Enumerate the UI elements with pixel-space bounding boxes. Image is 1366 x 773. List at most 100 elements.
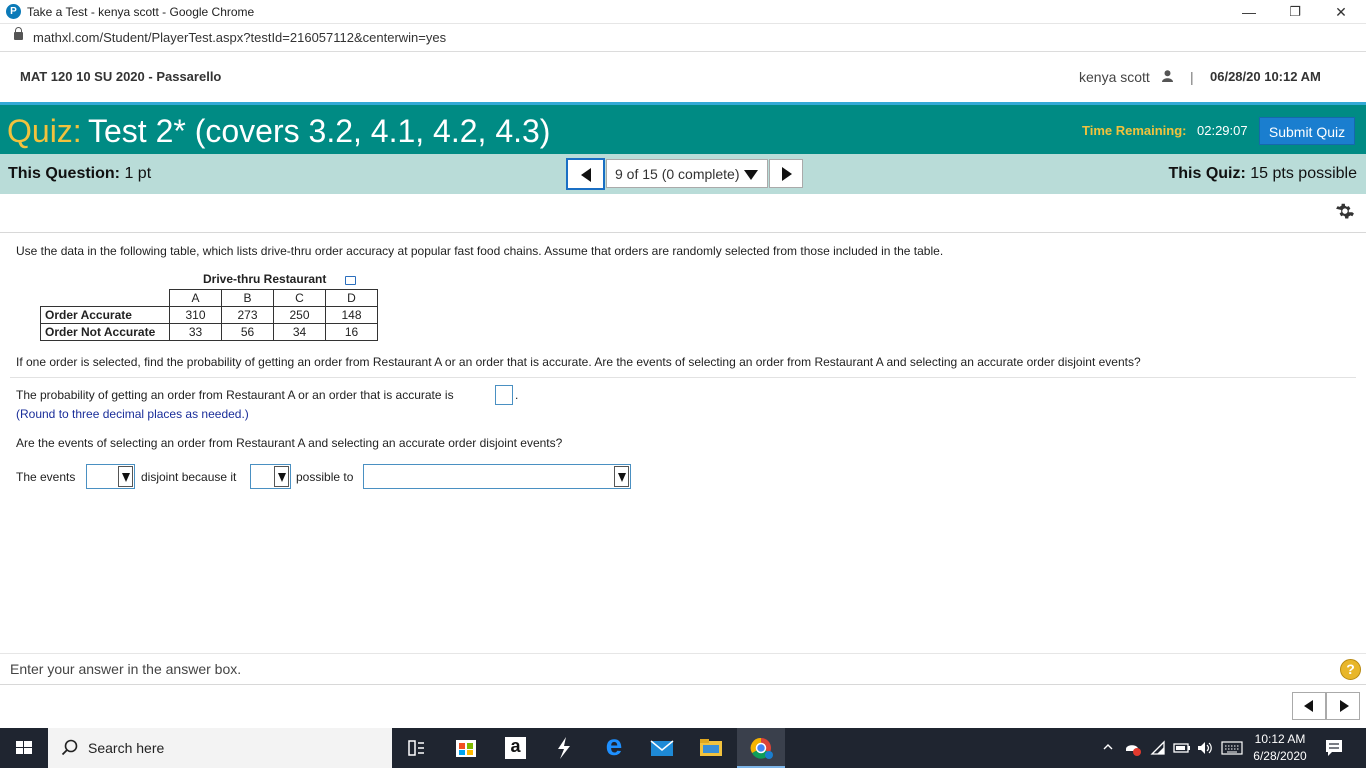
submit-quiz-button[interactable]: Submit Quiz [1259,117,1355,145]
table-cell: 33 [169,323,222,341]
table-cell: 148 [325,306,378,324]
time-remaining-value: 02:29:07 [1197,123,1248,138]
search-placeholder: Search here [88,740,165,756]
table-column-header: D [325,289,378,307]
battery-icon[interactable] [1173,741,1191,755]
header-datetime: 06/28/20 10:12 AM [1210,69,1321,84]
url-text[interactable]: mathxl.com/Student/PlayerTest.aspx?testI… [33,30,446,45]
it-is-dropdown[interactable] [250,464,291,489]
probability-answer-input[interactable] [495,385,513,405]
table-cell: 250 [273,306,326,324]
pearson-favicon-icon: P [6,4,21,19]
content-divider [0,232,1366,233]
chevron-down-icon [614,466,629,487]
lock-icon [14,27,23,40]
task-view-icon[interactable] [392,728,440,768]
windows-start-icon[interactable] [0,728,48,768]
table-title: Drive-thru Restaurant [203,272,327,286]
sentence-start: The events [16,470,76,484]
search-icon [61,739,78,756]
gear-icon[interactable] [1333,201,1355,223]
footer-divider [0,684,1366,685]
prompt-divider [10,377,1356,378]
events-are-dropdown[interactable] [86,464,135,489]
this-quiz-value: 15 pts possible [1250,165,1357,182]
course-header: MAT 120 10 SU 2020 - Passarello kenya sc… [0,52,1366,102]
this-quiz-points: This Quiz: 15 pts possible [1168,165,1357,183]
part1-period: . [515,388,519,402]
data-table: A B C D Order Accurate 310 273 250 148 O… [40,289,378,341]
copy-table-icon[interactable] [345,276,356,285]
rounding-hint: (Round to three decimal places as needed… [16,407,249,421]
previous-question-button[interactable] [566,158,605,190]
chevron-down-icon [274,466,289,487]
clock-time: 10:12 AM [1254,732,1306,746]
table-column-header: C [273,289,326,307]
header-separator: | [1190,69,1194,85]
sentence-middle-1: disjoint because it [141,470,237,484]
user-icon[interactable] [1162,70,1173,82]
table-column-header: B [221,289,274,307]
chrome-icon [750,737,773,759]
edge-browser-icon[interactable]: e [590,728,638,768]
chevron-down-icon [118,466,133,487]
user-name[interactable]: kenya scott [1079,69,1150,85]
restore-button[interactable]: ❐ [1272,0,1318,24]
taskbar-search-input[interactable]: Search here [48,728,392,768]
quiz-label: Quiz: [7,113,82,149]
amazon-icon[interactable]: a [491,728,539,768]
previous-page-button[interactable] [1292,692,1326,720]
quiz-name: Test 2* (covers 3.2, 4.1, 4.2, 4.3) [88,113,551,149]
question-selector-dropdown[interactable]: 9 of 15 (0 complete) [606,159,768,188]
course-title: MAT 120 10 SU 2020 - Passarello [20,69,222,84]
address-bar[interactable]: mathxl.com/Student/PlayerTest.aspx?testI… [0,24,1366,52]
chrome-taskbar-button[interactable] [737,728,785,768]
quiz-banner: Quiz: Test 2* (covers 3.2, 4.1, 4.2, 4.3… [0,102,1366,154]
table-header-row: A B C D [40,289,378,307]
question-nav-bar: This Question: 1 pt 9 of 15 (0 complete)… [0,154,1366,194]
next-question-button[interactable] [769,159,803,188]
mail-icon[interactable] [638,728,686,768]
question-intro: Use the data in the following table, whi… [16,244,944,258]
window-title: Take a Test - kenya scott - Google Chrom… [27,5,255,19]
lightning-app-icon[interactable] [540,728,588,768]
wifi-icon[interactable] [1149,739,1167,757]
file-explorer-icon[interactable] [687,728,735,768]
close-window-button[interactable]: ✕ [1318,0,1364,24]
table-corner-cell [40,289,170,307]
volume-icon[interactable] [1196,739,1214,757]
table-row-label: Order Accurate [40,306,170,324]
table-cell: 273 [221,306,274,324]
question-prompt: If one order is selected, find the proba… [16,355,1141,369]
part2-text: Are the events of selecting an order fro… [16,436,563,450]
table-row: Order Not Accurate 33 56 34 16 [40,323,378,341]
table-cell: 34 [273,323,326,341]
security-alert-icon[interactable] [1124,739,1142,757]
notifications-icon[interactable] [1324,738,1344,758]
this-question-label: This Question: [8,165,120,182]
question-selector-text: 9 of 15 (0 complete) [615,166,740,182]
time-remaining-label: Time Remaining: [1082,123,1187,138]
help-icon[interactable]: ? [1340,659,1361,680]
browser-title-bar: P Take a Test - kenya scott - Google Chr… [0,0,1366,24]
table-cell: 56 [221,323,274,341]
clock-date: 6/28/2020 [1253,749,1307,763]
next-page-button[interactable] [1326,692,1360,720]
part1-text: The probability of getting an order from… [16,388,454,402]
this-quiz-label: This Quiz: [1168,165,1246,182]
answer-instructions: Enter your answer in the answer box. [10,661,242,677]
table-column-header: A [169,289,222,307]
system-clock[interactable]: 10:12 AM 6/28/2020 [1240,731,1320,765]
table-row-label: Order Not Accurate [40,323,170,341]
table-cell: 16 [325,323,378,341]
table-row: Order Accurate 310 273 250 148 [40,306,378,324]
windows-taskbar: Search here a e 10:12 AM 6/28/2020 [0,728,1366,768]
minimize-button[interactable]: — [1226,0,1272,24]
chevron-up-icon[interactable] [1102,741,1114,753]
possible-to-dropdown[interactable] [363,464,631,489]
microsoft-store-icon[interactable] [442,728,490,768]
this-question-value: 1 pt [124,165,152,182]
chevron-down-icon [744,170,758,180]
table-cell: 310 [169,306,222,324]
footer-top-divider [0,653,1366,654]
